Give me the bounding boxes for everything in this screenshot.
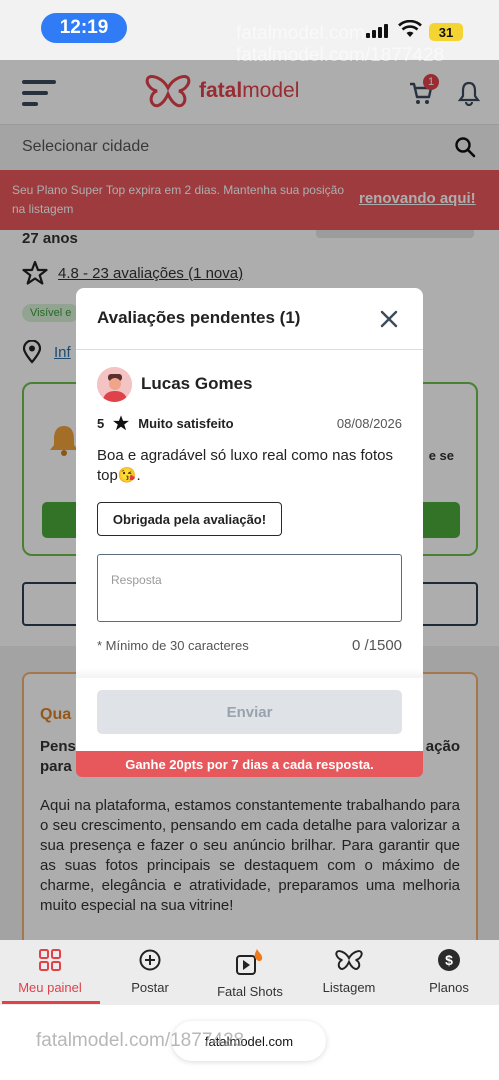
modal-divider xyxy=(76,349,423,350)
nav-active-indicator xyxy=(2,1001,100,1004)
reviewer-name: Lucas Gomes xyxy=(141,374,253,393)
user-avatar-icon xyxy=(97,367,132,402)
butterfly-icon xyxy=(335,950,363,970)
reply-input[interactable] xyxy=(97,554,402,622)
review-score-row: 5 Muito satisfeito xyxy=(97,414,234,432)
review-text: Boa e agradável só luxo real como nas fo… xyxy=(97,447,394,484)
send-button[interactable]: Enviar xyxy=(97,690,402,734)
star-filled-icon xyxy=(113,415,130,431)
close-icon[interactable] xyxy=(380,310,398,328)
nav-label: Fatal Shots xyxy=(217,984,283,999)
dollar-icon: $ xyxy=(438,949,460,971)
nav-label: Postar xyxy=(131,980,169,995)
modal-title: Avaliações pendentes (1) xyxy=(97,308,301,327)
nav-item-meu-painel[interactable]: Meu painel xyxy=(0,948,100,995)
review-satisfaction: Muito satisfeito xyxy=(138,415,234,431)
nav-item-fatal-shots[interactable]: Fatal Shots xyxy=(200,948,300,999)
video-fire-icon xyxy=(236,949,263,975)
bottom-navigation: Meu painel Postar Fatal Shots Listagem $… xyxy=(0,940,499,1005)
watermark-line1: fatalmodel.com xyxy=(236,23,365,44)
plus-circle-icon xyxy=(139,949,161,971)
nav-item-listagem[interactable]: Listagem xyxy=(299,948,399,995)
status-time: 12:19 xyxy=(41,13,127,43)
watermark-top: fatalmodel.com fatalmodel.com/1877428 xyxy=(236,24,444,66)
nav-label: Meu painel xyxy=(18,980,82,995)
svg-text:$: $ xyxy=(445,952,453,968)
review-date: 08/08/2026 xyxy=(336,416,402,431)
pending-reviews-modal: Avaliações pendentes (1) Lucas Gomes 5 M… xyxy=(76,288,423,751)
nav-item-planos[interactable]: $ Planos xyxy=(399,948,499,995)
char-counter: 0 /1500 xyxy=(351,637,402,654)
avatar xyxy=(97,367,132,402)
modal-footer-divider xyxy=(76,668,423,678)
nav-label: Planos xyxy=(429,980,469,995)
quick-reply-thanks-button[interactable]: Obrigada pela avaliação! xyxy=(97,502,282,536)
nav-item-postar[interactable]: Postar xyxy=(100,948,200,995)
points-promo-bar: Ganhe 20pts por 7 dias a cada resposta. xyxy=(76,751,423,777)
min-chars-hint: * Mínimo de 30 caracteres xyxy=(97,638,249,653)
nav-label: Listagem xyxy=(322,980,376,995)
watermark-line2: fatalmodel.com/1877428 xyxy=(236,45,445,66)
watermark-bottom: fatalmodel.com/1877428 xyxy=(36,1030,245,1051)
dashboard-icon xyxy=(39,949,61,971)
review-score: 5 xyxy=(97,415,105,431)
